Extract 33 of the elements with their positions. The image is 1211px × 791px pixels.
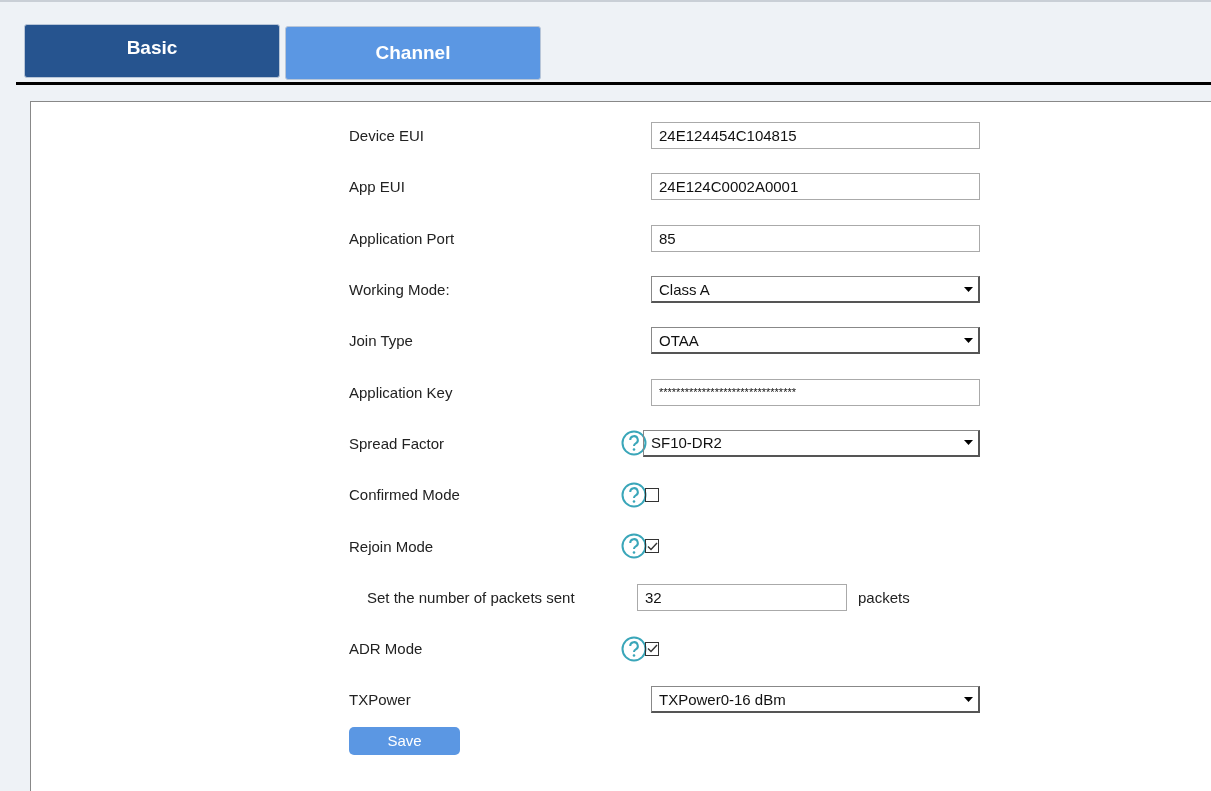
field-label: TXPower (349, 691, 412, 709)
field-label: Set the number of packets sent (366, 588, 576, 606)
field-label: Application Key (349, 383, 454, 401)
field-label: Application Port (349, 229, 456, 247)
caret-icon (964, 286, 973, 292)
checkbox[interactable] (645, 641, 659, 656)
checkbox[interactable] (645, 539, 659, 553)
input-field[interactable]: 24E124C0002A0001 (651, 173, 980, 201)
caret-icon (964, 696, 973, 702)
help-icon[interactable] (621, 481, 647, 508)
input-field[interactable]: ******************************** (651, 378, 980, 406)
field-label: Confirmed Mode (349, 486, 461, 504)
input-field[interactable]: 24E124454C104815 (651, 122, 980, 150)
field-label: App EUI (349, 178, 406, 196)
checkbox[interactable] (645, 487, 659, 502)
caret-icon (964, 337, 973, 343)
help-icon[interactable] (621, 533, 647, 559)
dropdown[interactable]: OTAA (651, 327, 980, 355)
tab[interactable]: Basic (24, 24, 280, 78)
dropdown[interactable]: SF10-DR2 (643, 429, 980, 457)
field-label: Spread Factor (349, 434, 446, 452)
input-field[interactable]: 85 (651, 224, 980, 252)
input-field[interactable]: 32 (637, 583, 847, 611)
caret-icon (964, 440, 973, 446)
field-label: Rejoin Mode (349, 537, 435, 555)
unit-label: packets (858, 588, 910, 606)
dropdown[interactable]: TXPower0-16 dBm (651, 686, 980, 714)
field-label: Working Mode: (349, 281, 451, 299)
dropdown[interactable]: Class A (651, 276, 980, 304)
help-icon[interactable] (621, 635, 647, 662)
field-label: Join Type (349, 332, 414, 350)
field-label: ADR Mode (349, 640, 424, 658)
field-label: Device EUI (349, 127, 426, 145)
